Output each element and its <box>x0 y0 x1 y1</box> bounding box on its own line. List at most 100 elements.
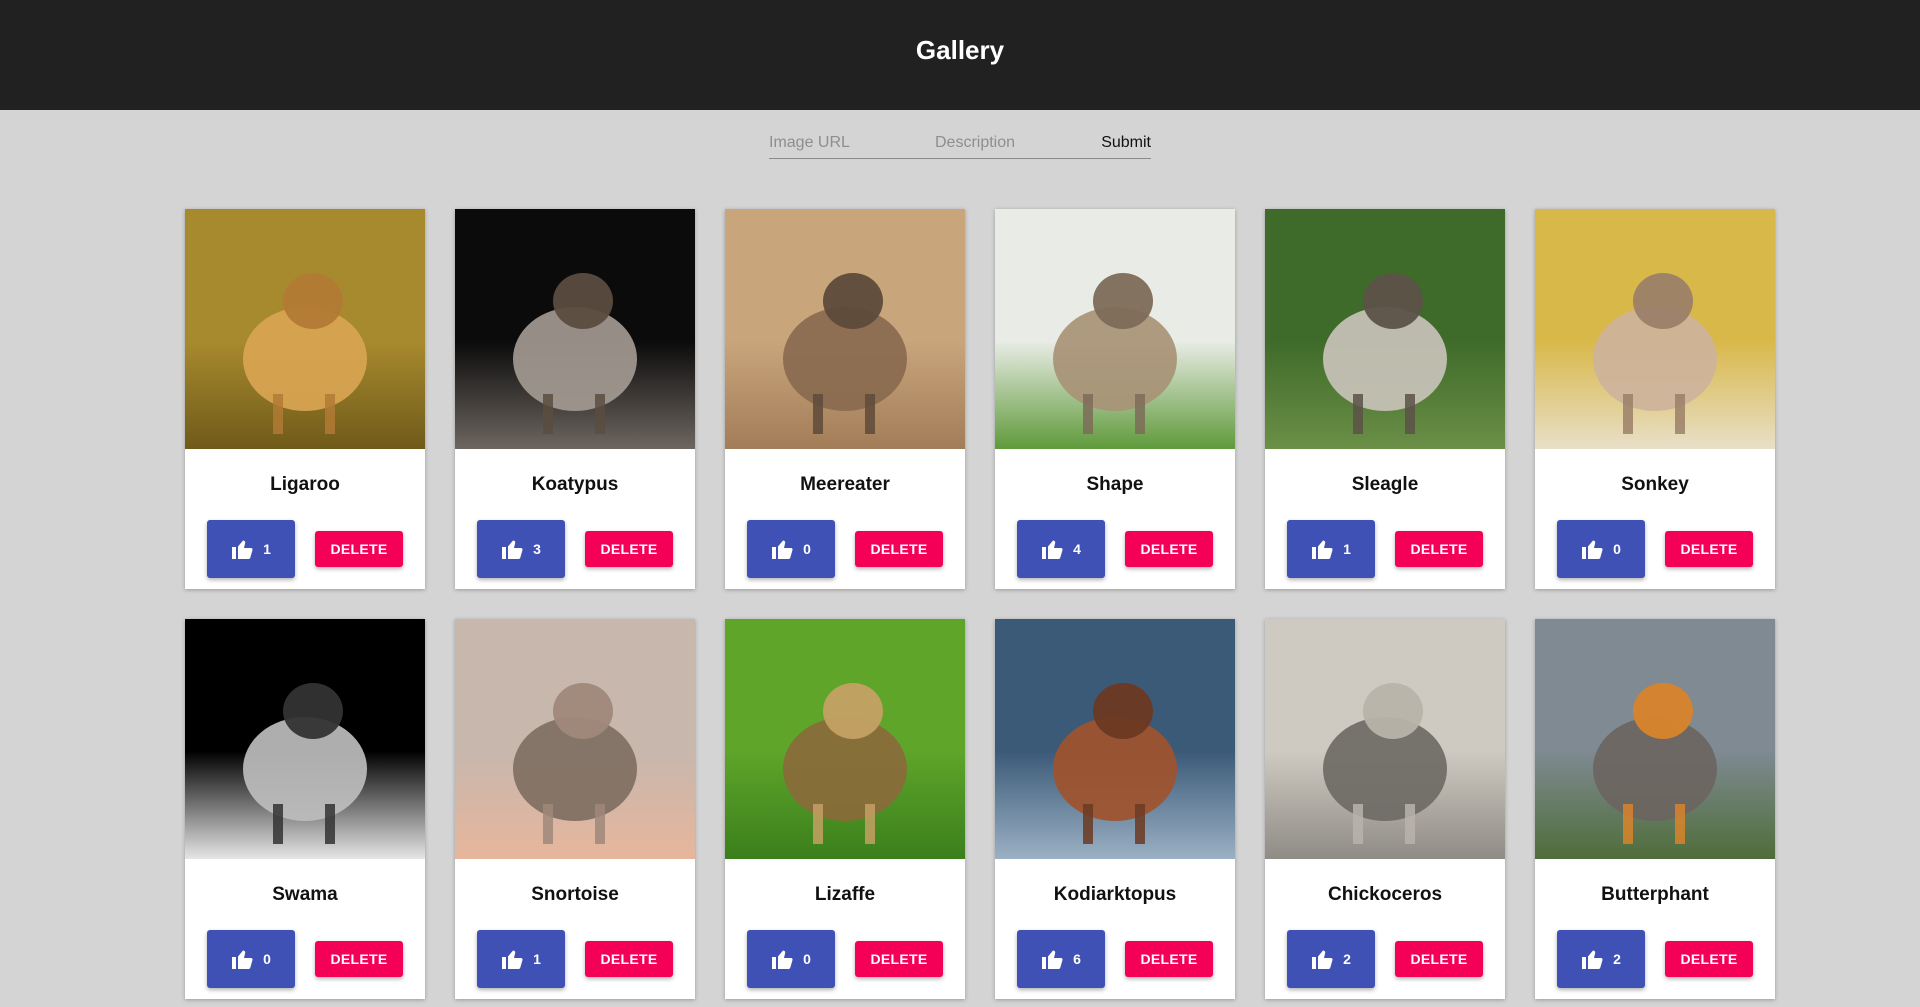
delete-button[interactable]: DELETE <box>315 531 403 567</box>
like-count: 6 <box>1073 951 1081 967</box>
like-count: 0 <box>803 951 811 967</box>
gallery-card: Snortoise 1 DELETE <box>455 619 695 999</box>
animal-image <box>725 619 965 859</box>
app-header: Gallery <box>0 0 1920 110</box>
delete-button[interactable]: DELETE <box>1125 941 1213 977</box>
like-button[interactable]: 1 <box>1287 520 1375 578</box>
animal-image <box>185 209 425 449</box>
thumb-up-icon <box>232 540 253 559</box>
like-count: 0 <box>803 541 811 557</box>
card-actions: 1 DELETE <box>1287 520 1483 578</box>
card-title: Butterphant <box>1601 884 1709 905</box>
like-count: 1 <box>533 951 541 967</box>
page-title: Gallery <box>915 34 1005 65</box>
description-input[interactable] <box>935 128 1101 157</box>
animal-image <box>1265 209 1505 449</box>
gallery-card: Butterphant 2 DELETE <box>1535 619 1775 999</box>
gallery-card: Koatypus 3 DELETE <box>455 209 695 589</box>
like-count: 0 <box>263 951 271 967</box>
delete-button[interactable]: DELETE <box>1395 531 1483 567</box>
card-actions: 2 DELETE <box>1287 930 1483 988</box>
animal-image <box>1265 619 1505 859</box>
animal-image <box>185 619 425 859</box>
like-button[interactable]: 4 <box>1017 520 1105 578</box>
like-button[interactable]: 1 <box>477 930 565 988</box>
like-button[interactable]: 0 <box>747 520 835 578</box>
add-image-form: Submit <box>769 127 1151 159</box>
like-button[interactable]: 0 <box>1557 520 1645 578</box>
card-actions: 3 DELETE <box>477 520 673 578</box>
like-count: 4 <box>1073 541 1081 557</box>
like-button[interactable]: 0 <box>207 930 295 988</box>
animal-image <box>1535 209 1775 449</box>
card-title: Shape <box>1086 474 1144 495</box>
gallery-card: Lizaffe 0 DELETE <box>725 619 965 999</box>
thumb-up-icon <box>772 540 793 559</box>
thumb-up-icon <box>502 540 523 559</box>
card-actions: 0 DELETE <box>207 930 403 988</box>
like-count: 2 <box>1343 951 1351 967</box>
card-actions: 2 DELETE <box>1557 930 1753 988</box>
animal-image <box>995 209 1235 449</box>
gallery-card: Ligaroo 1 DELETE <box>185 209 425 589</box>
like-count: 3 <box>533 541 541 557</box>
animal-image <box>1535 619 1775 859</box>
card-title: Chickoceros <box>1327 884 1443 905</box>
card-title: Sleagle <box>1351 474 1419 495</box>
thumb-up-icon <box>1312 950 1333 969</box>
gallery-card: Shape 4 DELETE <box>995 209 1235 589</box>
like-count: 1 <box>263 541 271 557</box>
delete-button[interactable]: DELETE <box>315 941 403 977</box>
animal-image <box>455 619 695 859</box>
delete-button[interactable]: DELETE <box>585 941 673 977</box>
thumb-up-icon <box>1582 950 1603 969</box>
animal-image <box>725 209 965 449</box>
thumb-up-icon <box>1042 540 1063 559</box>
card-title: Snortoise <box>531 884 619 905</box>
delete-button[interactable]: DELETE <box>585 531 673 567</box>
thumb-up-icon <box>1042 950 1063 969</box>
card-actions: 4 DELETE <box>1017 520 1213 578</box>
thumb-up-icon <box>232 950 253 969</box>
card-actions: 0 DELETE <box>1557 520 1753 578</box>
animal-image <box>995 619 1235 859</box>
delete-button[interactable]: DELETE <box>855 531 943 567</box>
like-button[interactable]: 3 <box>477 520 565 578</box>
delete-button[interactable]: DELETE <box>1395 941 1483 977</box>
gallery-card: Kodiarktopus 6 DELETE <box>995 619 1235 999</box>
delete-button[interactable]: DELETE <box>1125 531 1213 567</box>
thumb-up-icon <box>1582 540 1603 559</box>
card-title: Lizaffe <box>814 884 876 905</box>
card-actions: 1 DELETE <box>207 520 403 578</box>
card-actions: 6 DELETE <box>1017 930 1213 988</box>
like-count: 1 <box>1343 541 1351 557</box>
card-title: Koatypus <box>531 474 619 495</box>
like-button[interactable]: 6 <box>1017 930 1105 988</box>
like-count: 0 <box>1613 541 1621 557</box>
image-url-input[interactable] <box>769 128 935 157</box>
gallery-card: Sleagle 1 DELETE <box>1265 209 1505 589</box>
gallery-card: Meereater 0 DELETE <box>725 209 965 589</box>
gallery-card: Chickoceros 2 DELETE <box>1265 619 1505 999</box>
card-actions: 1 DELETE <box>477 930 673 988</box>
thumb-up-icon <box>1312 540 1333 559</box>
card-actions: 0 DELETE <box>747 520 943 578</box>
delete-button[interactable]: DELETE <box>855 941 943 977</box>
card-title: Swama <box>272 884 338 905</box>
card-title: Sonkey <box>1621 474 1689 495</box>
submit-button[interactable]: Submit <box>1101 129 1151 157</box>
card-actions: 0 DELETE <box>747 930 943 988</box>
animal-image <box>455 209 695 449</box>
card-title: Kodiarktopus <box>1053 884 1177 905</box>
thumb-up-icon <box>772 950 793 969</box>
like-button[interactable]: 0 <box>747 930 835 988</box>
thumb-up-icon <box>502 950 523 969</box>
like-button[interactable]: 2 <box>1557 930 1645 988</box>
card-title: Ligaroo <box>270 474 340 495</box>
card-title: Meereater <box>800 474 890 495</box>
like-button[interactable]: 1 <box>207 520 295 578</box>
like-button[interactable]: 2 <box>1287 930 1375 988</box>
delete-button[interactable]: DELETE <box>1665 531 1753 567</box>
like-count: 2 <box>1613 951 1621 967</box>
delete-button[interactable]: DELETE <box>1665 941 1753 977</box>
